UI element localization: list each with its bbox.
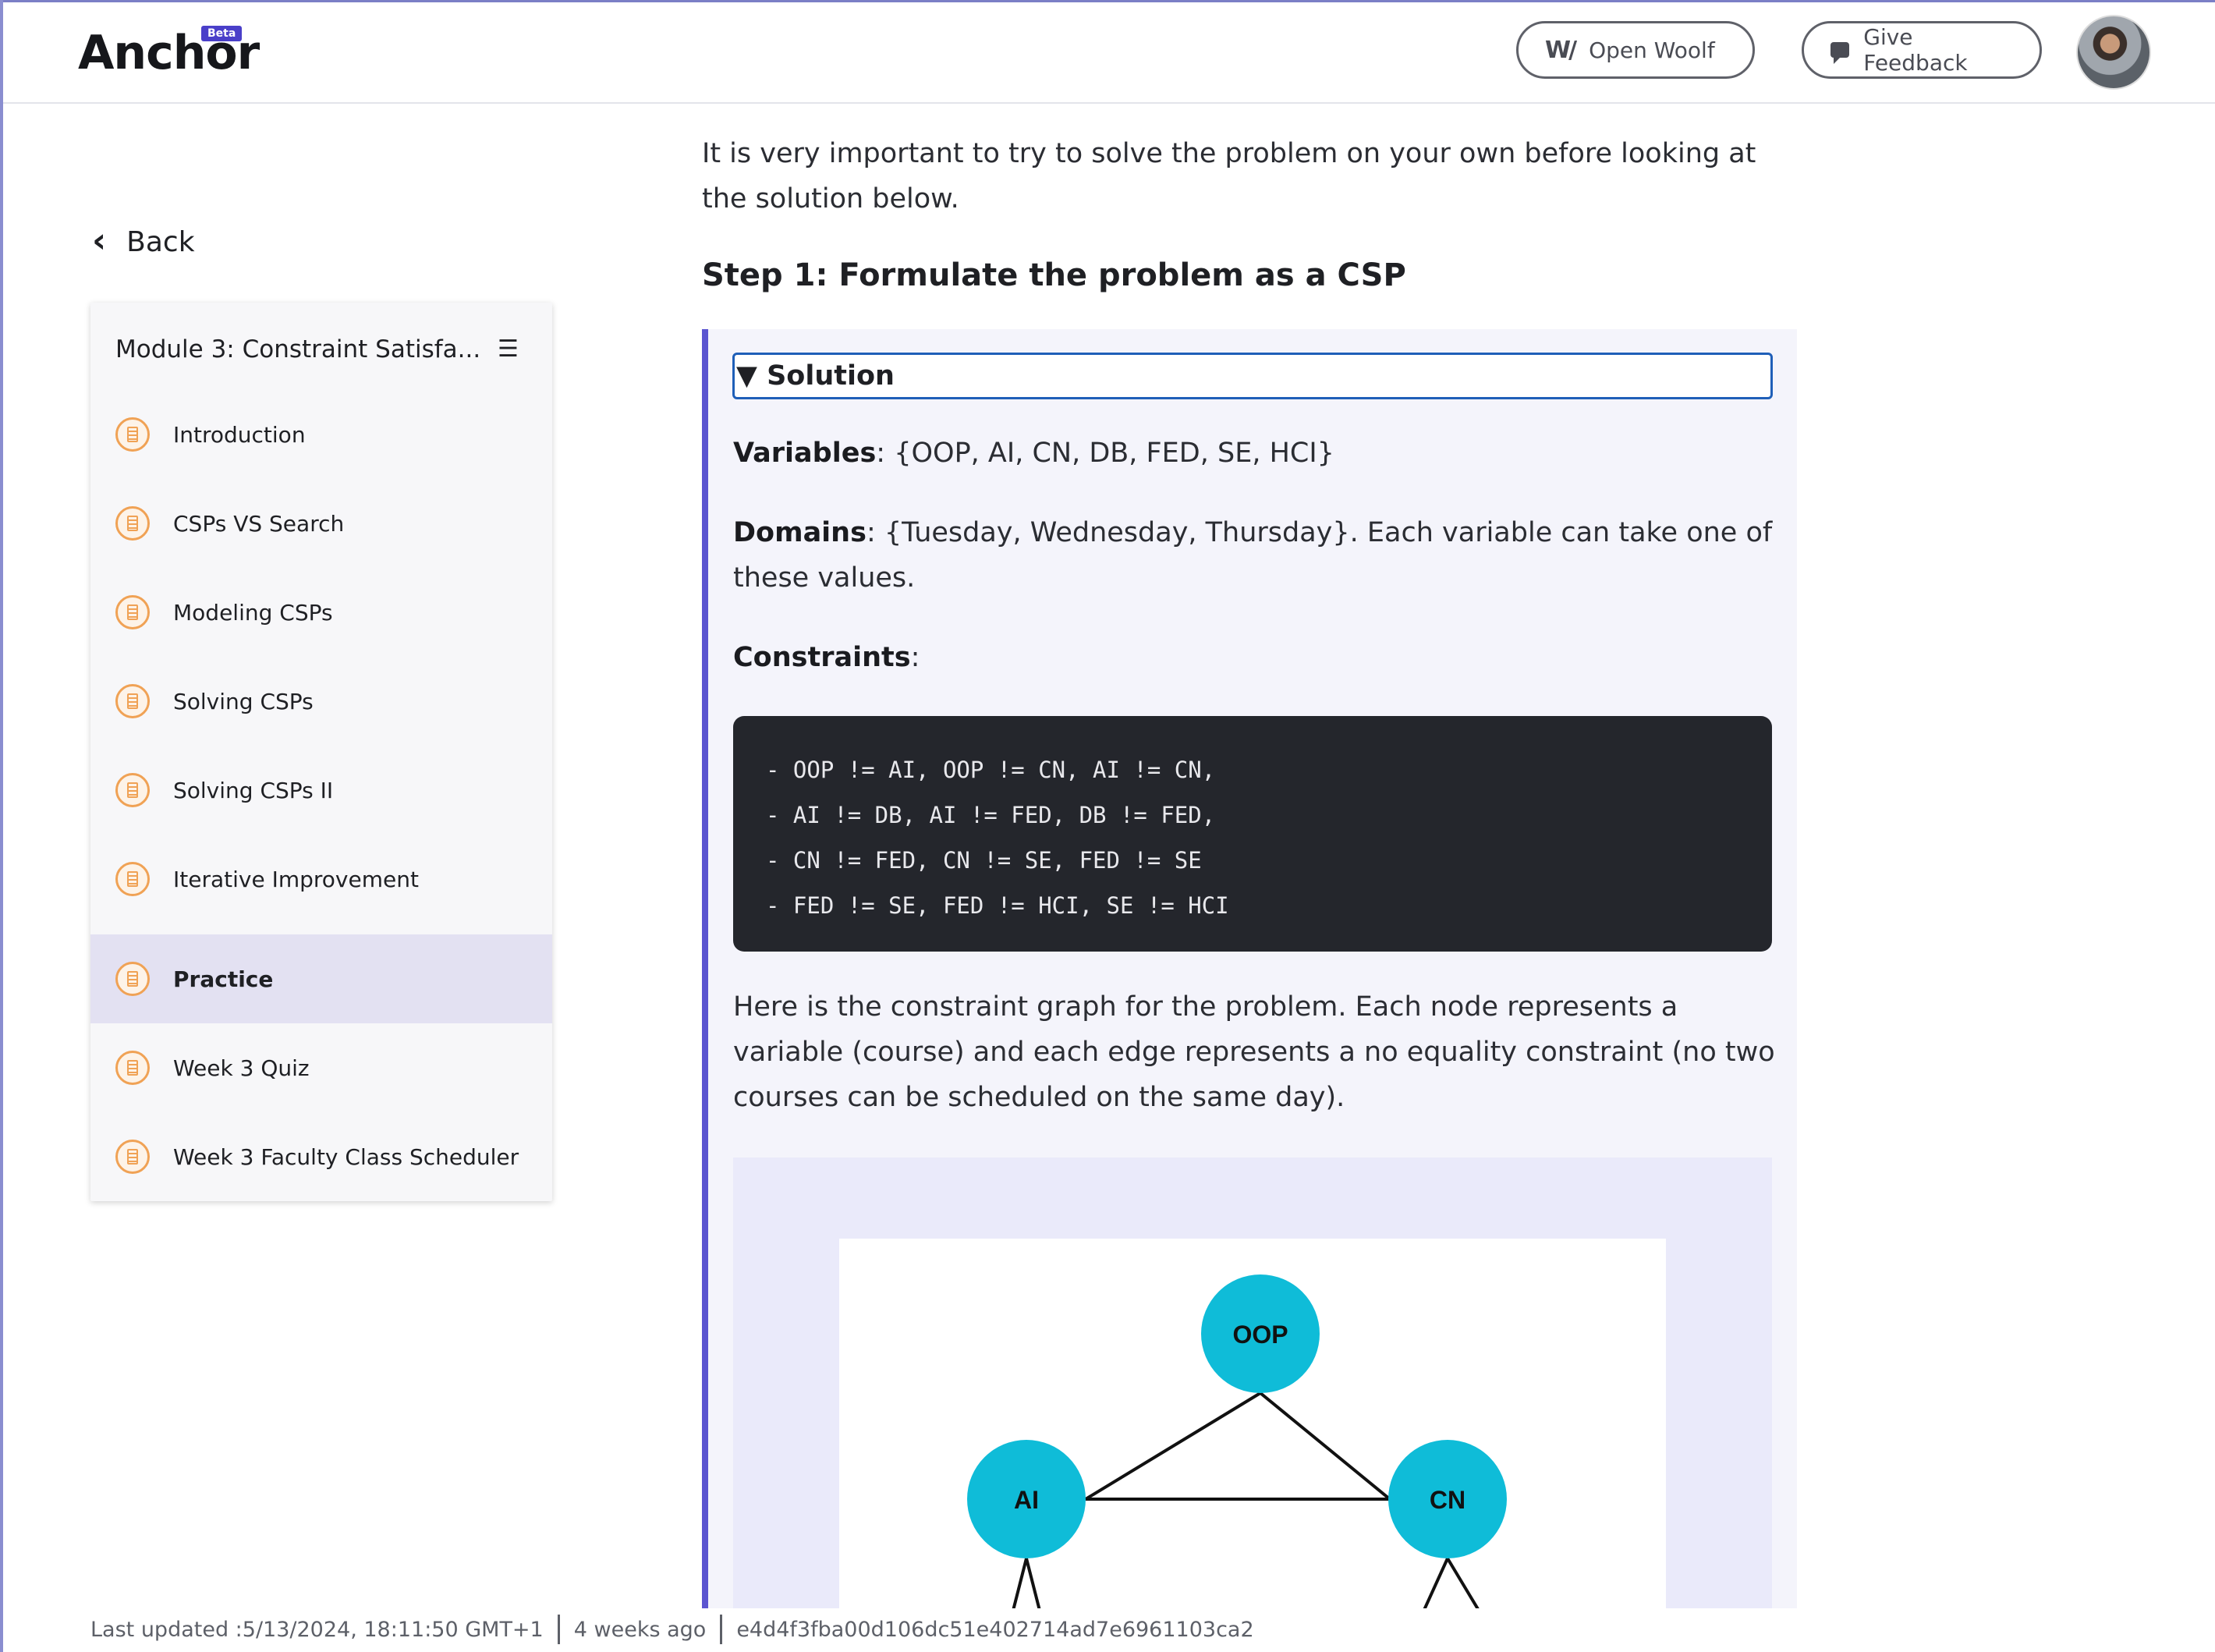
lesson-doc-icon bbox=[115, 862, 150, 896]
open-woolf-button[interactable]: W/ Open Woolf bbox=[1516, 21, 1755, 79]
relative-time-text: 4 weeks ago bbox=[573, 1617, 707, 1642]
sidebar-item-week-3-quiz[interactable]: Week 3 Quiz bbox=[90, 1023, 552, 1112]
lesson-doc-icon bbox=[115, 1140, 150, 1174]
sidebar-item-label: Week 3 Faculty Class Scheduler bbox=[173, 1143, 519, 1170]
last-updated-text: Last updated :5/13/2024, 18:11:50 GMT+1 bbox=[90, 1617, 544, 1642]
beta-badge: Beta bbox=[201, 26, 243, 41]
domains-label: Domains bbox=[733, 517, 867, 548]
edge-ai-down-right bbox=[1025, 1558, 1041, 1608]
commit-hash-text: e4d4f3fba00d106dc51e402714ad7e6961103ca2 bbox=[736, 1617, 1254, 1642]
woolf-icon: W/ bbox=[1545, 36, 1577, 64]
sidebar-item-modeling-csps[interactable]: Modeling CSPs bbox=[90, 568, 552, 657]
sidebar-item-solving-csps-ii[interactable]: Solving CSPs II bbox=[90, 746, 552, 835]
give-feedback-button[interactable]: Give Feedback bbox=[1802, 21, 2042, 79]
lesson-doc-icon bbox=[115, 962, 150, 996]
footer-divider bbox=[720, 1615, 723, 1644]
code-line: - CN != FED, CN != SE, FED != SE bbox=[766, 847, 1202, 874]
sidebar-item-label: Solving CSPs bbox=[173, 688, 314, 714]
intro-paragraph: It is very important to try to solve the… bbox=[702, 138, 1756, 214]
sidebar-item-iterative-improvement[interactable]: Iterative Improvement bbox=[90, 835, 552, 923]
edge-cn-down-right bbox=[1446, 1557, 1480, 1608]
solution-toggle[interactable]: ▼ Solution bbox=[732, 353, 1773, 399]
sidebar-item-label: Week 3 Quiz bbox=[173, 1055, 310, 1081]
constraints-label: Constraints bbox=[733, 642, 911, 673]
constraint-graph-container: OOP AI CN bbox=[733, 1157, 1772, 1608]
solution-accent-bar bbox=[702, 329, 708, 1608]
sidebar-item-solving-csps[interactable]: Solving CSPs bbox=[90, 657, 552, 746]
lesson-doc-icon bbox=[115, 773, 150, 807]
sidebar-item-label: Iterative Improvement bbox=[173, 866, 419, 892]
sidebar-item-label: CSPs VS Search bbox=[173, 510, 345, 537]
code-line: - OOP != AI, OOP != CN, AI != CN, bbox=[766, 757, 1216, 783]
variables-label: Variables bbox=[733, 438, 877, 469]
edge-oop-cn bbox=[1259, 1391, 1391, 1501]
lesson-doc-icon bbox=[115, 1051, 150, 1085]
footer-divider bbox=[557, 1615, 560, 1644]
node-label-oop: OOP bbox=[1232, 1321, 1288, 1349]
module-nav-panel: Module 3: Constraint Satisfa... ☰ Introd… bbox=[90, 303, 552, 1201]
give-feedback-label: Give Feedback bbox=[1863, 24, 1968, 76]
window-frame-left bbox=[0, 0, 3, 1652]
chat-bubble-icon bbox=[1830, 42, 1850, 64]
page-footer: Last updated :5/13/2024, 18:11:50 GMT+1 … bbox=[90, 1615, 1254, 1644]
domains-value: : {Tuesday, Wednesday, Thursday}. Each v… bbox=[733, 517, 1773, 594]
lesson-doc-icon bbox=[115, 595, 150, 629]
domains-paragraph: Domains: {Tuesday, Wednesday, Thursday}.… bbox=[733, 510, 1778, 601]
constraint-graph-svg: OOP AI CN bbox=[967, 1274, 1507, 1608]
collapse-menu-icon[interactable]: ☰ bbox=[498, 335, 519, 363]
step-heading: Step 1: Formulate the problem as a CSP bbox=[702, 257, 1406, 293]
lesson-doc-icon bbox=[115, 417, 150, 452]
variables-value: : {OOP, AI, CN, DB, FED, SE, HCI} bbox=[876, 438, 1334, 469]
open-woolf-label: Open Woolf bbox=[1589, 37, 1715, 63]
edge-oop-ai bbox=[1084, 1391, 1262, 1501]
constraints-suffix: : bbox=[910, 642, 920, 673]
node-label-cn: CN bbox=[1430, 1486, 1465, 1514]
code-line: - FED != SE, FED != HCI, SE != HCI bbox=[766, 892, 1229, 919]
back-label: Back bbox=[126, 226, 195, 258]
constraint-graph-image: OOP AI CN bbox=[839, 1239, 1666, 1608]
constraints-code-block: - OOP != AI, OOP != CN, AI != CN, - AI !… bbox=[733, 716, 1772, 952]
graph-description: Here is the constraint graph for the pro… bbox=[733, 991, 1775, 1113]
top-header: Anchor Beta W/ Open Woolf Give Feedback bbox=[3, 2, 2215, 104]
user-avatar[interactable] bbox=[2076, 15, 2151, 90]
constraints-paragraph: Constraints: bbox=[733, 635, 1778, 680]
sidebar-item-label: Practice bbox=[173, 966, 274, 992]
sidebar-item-introduction[interactable]: Introduction bbox=[90, 390, 552, 479]
solution-block: ▼ Solution Variables: {OOP, AI, CN, DB, … bbox=[702, 329, 1797, 1608]
lesson-doc-icon bbox=[115, 506, 150, 541]
sidebar-item-label: Modeling CSPs bbox=[173, 599, 333, 626]
code-line: - AI != DB, AI != FED, DB != FED, bbox=[766, 802, 1216, 828]
chevron-left-icon: ‹ bbox=[92, 220, 107, 261]
node-label-ai: AI bbox=[1014, 1486, 1039, 1514]
back-button[interactable]: ‹ Back bbox=[92, 220, 195, 261]
sidebar-item-csps-vs-search[interactable]: CSPs VS Search bbox=[90, 479, 552, 568]
variables-paragraph: Variables: {OOP, AI, CN, DB, FED, SE, HC… bbox=[733, 431, 1778, 476]
edge-cn-down-left bbox=[1423, 1558, 1449, 1608]
edge-ai-down-left bbox=[1012, 1558, 1028, 1608]
sidebar-item-practice[interactable]: Practice bbox=[90, 934, 552, 1023]
sidebar-item-week-3-faculty-class-scheduler[interactable]: Week 3 Faculty Class Scheduler bbox=[90, 1112, 552, 1201]
sidebar-item-label: Introduction bbox=[173, 421, 306, 448]
sidebar-item-label: Solving CSPs II bbox=[173, 777, 334, 803]
module-title: Module 3: Constraint Satisfa... bbox=[115, 335, 481, 363]
lesson-doc-icon bbox=[115, 684, 150, 718]
